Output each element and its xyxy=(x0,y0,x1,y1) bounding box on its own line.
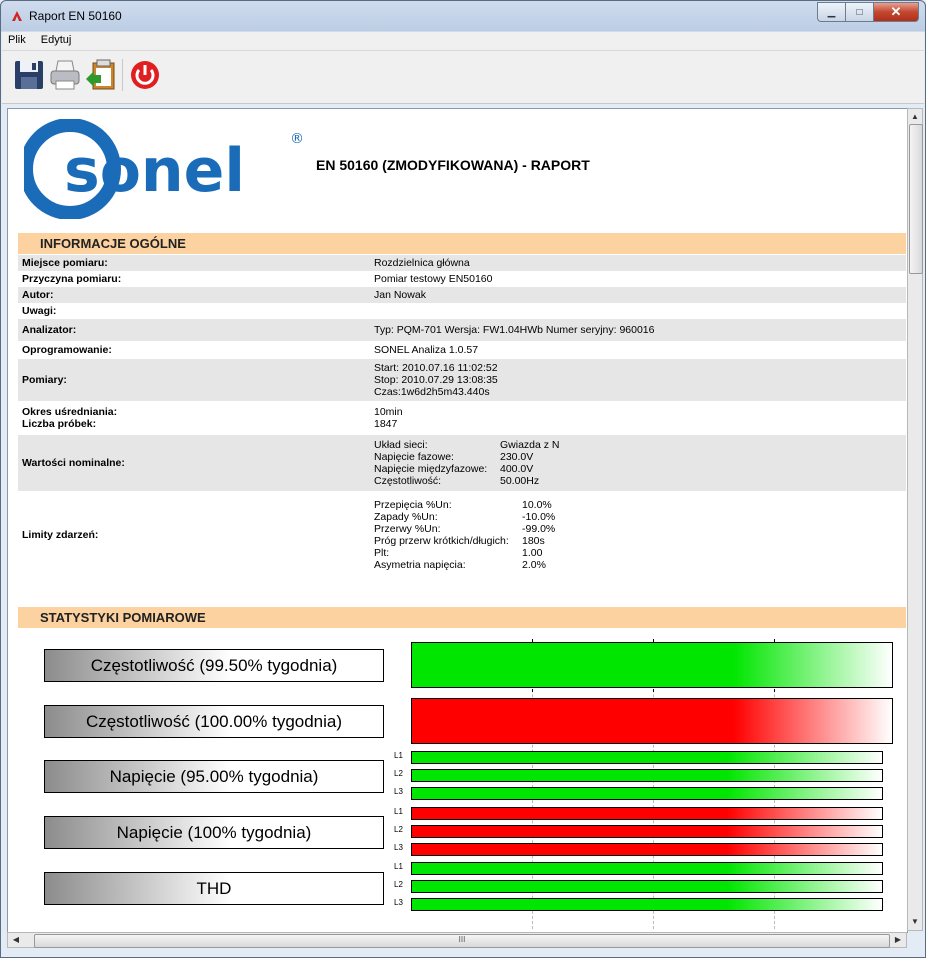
vertical-scrollbar[interactable]: ▲ ▼ xyxy=(907,108,923,931)
voltage-100-l3-bar xyxy=(411,843,883,856)
report-view: sonel ® EN 50160 (ZMODYFIKOWANA) - RAPOR… xyxy=(7,108,908,933)
app-window: Raport EN 50160 ▁ □ ✕ Plik Edytuj sonel … xyxy=(0,0,926,958)
thd-l2-bar xyxy=(411,880,883,893)
thd-l3-bar xyxy=(411,898,883,911)
export-icon xyxy=(86,59,115,90)
vertical-scroll-thumb[interactable] xyxy=(909,124,923,274)
table-row: Analizator: Typ: PQM-701 Wersja: FW1.04HW… xyxy=(18,319,906,341)
frequency-9950-bar xyxy=(411,642,893,688)
phase-label: L3 xyxy=(394,787,403,796)
app-icon xyxy=(12,11,22,21)
sonel-logo: sonel ® xyxy=(24,119,302,219)
stat-voltage-95: Napięcie (95.00% tygodnia) xyxy=(44,760,384,793)
print-icon xyxy=(50,60,80,90)
voltage-100-l2-bar xyxy=(411,825,883,838)
phase-label: L2 xyxy=(394,825,403,834)
table-row: Miejsce pomiaru: Rozdzielnica główna xyxy=(18,255,906,271)
table-row: Wartości nominalne: Układ sieci: Gwiazda … xyxy=(18,435,906,491)
phase-label: L1 xyxy=(394,751,403,760)
power-icon xyxy=(131,61,159,89)
menu-plik[interactable]: Plik xyxy=(2,32,32,46)
voltage-95-l2-bar xyxy=(411,769,883,782)
table-row: Oprogramowanie: SONEL Analiza 1.0.57 xyxy=(22,344,479,356)
phase-label: L1 xyxy=(394,807,403,816)
menu-edytuj[interactable]: Edytuj xyxy=(35,32,78,46)
report-title: EN 50160 (ZMODYFIKOWANA) - RAPORT xyxy=(316,157,590,173)
stats-header: STATYSTYKI POMIAROWE xyxy=(18,607,906,628)
frequency-10000-bar xyxy=(411,698,893,744)
horizontal-scrollbar[interactable]: ◀ III ▶ xyxy=(7,932,907,948)
thd-l1-bar xyxy=(411,862,883,875)
table-row: Uwagi: xyxy=(22,305,57,317)
maximize-button[interactable]: □ xyxy=(846,2,874,22)
phase-label: L3 xyxy=(394,898,403,907)
phase-label: L2 xyxy=(394,769,403,778)
voltage-95-l1-bar xyxy=(411,751,883,764)
table-row: Przyczyna pomiaru: Pomiar testowy EN50160 xyxy=(22,273,493,285)
svg-text:®: ® xyxy=(290,131,302,147)
save-icon xyxy=(15,61,43,89)
table-row: Okres uśredniania: Liczba próbek: 10min 18… xyxy=(22,406,403,430)
general-info-header: INFORMACJE OGÓLNE xyxy=(18,233,906,254)
voltage-100-l1-bar xyxy=(411,807,883,820)
menu-bar: Plik Edytuj xyxy=(2,32,924,51)
export-button[interactable] xyxy=(84,57,118,93)
phase-label: L2 xyxy=(394,880,403,889)
voltage-95-l3-bar xyxy=(411,787,883,800)
close-button[interactable]: ✕ xyxy=(874,2,919,22)
toolbar xyxy=(2,51,924,104)
title-bar: Raport EN 50160 ▁ □ ✕ xyxy=(1,1,925,31)
window-title: Raport EN 50160 xyxy=(29,9,122,23)
close-icon: ✕ xyxy=(890,4,902,19)
general-info-table: Miejsce pomiaru: Rozdzielnica główna Przy… xyxy=(18,255,906,579)
scroll-up-icon[interactable]: ▲ xyxy=(908,109,922,125)
horizontal-scroll-thumb[interactable]: III xyxy=(34,934,890,948)
print-button[interactable] xyxy=(48,57,82,93)
minimize-icon: ▁ xyxy=(827,6,836,18)
stat-frequency-9950: Częstotliwość (99.50% tygodnia) xyxy=(44,649,384,682)
stat-frequency-10000: Częstotliwość (100.00% tygodnia) xyxy=(44,705,384,738)
stat-voltage-100: Napięcie (100% tygodnia) xyxy=(44,816,384,849)
table-row: Pomiary: Start: 2010.07.16 11:02:52 Stop:… xyxy=(18,359,906,401)
logo-text: sonel xyxy=(64,136,245,206)
scroll-right-icon[interactable]: ▶ xyxy=(890,933,906,947)
phase-label: L1 xyxy=(394,862,403,871)
phase-label: L3 xyxy=(394,843,403,852)
exit-button[interactable] xyxy=(128,57,162,93)
save-button[interactable] xyxy=(12,57,46,93)
maximize-icon: □ xyxy=(856,6,863,18)
table-row: Limity zdarzeń: Przepięcia %Un: 10.0% Zap… xyxy=(22,499,556,571)
scroll-down-icon[interactable]: ▼ xyxy=(908,914,922,930)
scroll-left-icon[interactable]: ◀ xyxy=(8,933,24,947)
table-row: Autor: Jan Nowak xyxy=(18,287,906,303)
minimize-button[interactable]: ▁ xyxy=(817,2,846,22)
stat-thd: THD xyxy=(44,872,384,905)
